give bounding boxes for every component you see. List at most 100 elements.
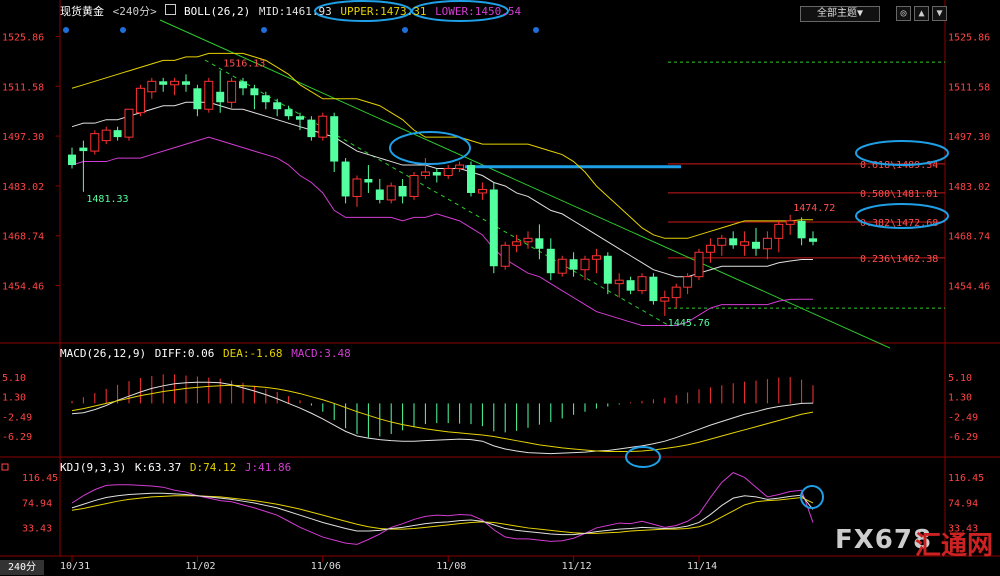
- candle-body: [512, 241, 522, 246]
- candle-body: [135, 87, 145, 114]
- macd-dea-line: [71, 384, 814, 453]
- candle-body: [307, 119, 316, 138]
- candle-body: [785, 220, 795, 225]
- candle-body: [809, 238, 817, 242]
- candle-body: [752, 241, 760, 249]
- candle-body: [660, 297, 670, 302]
- upper-value: UPPER:1473.31: [340, 5, 427, 18]
- period-label: <240分>: [112, 5, 157, 18]
- candle-body: [193, 88, 202, 110]
- candle-body: [603, 255, 612, 284]
- candle-body: [90, 133, 100, 152]
- macd-axis-label-left: 1.30: [2, 393, 26, 404]
- price-panel[interactable]: 0.618\1489.340.500\1481.010.382\1472.680…: [63, 0, 949, 349]
- macd-diff-line: [71, 381, 814, 455]
- symbol-name: 现货黄金: [60, 5, 104, 18]
- candle-body: [546, 248, 555, 274]
- candle-body: [443, 168, 453, 177]
- candle-body: [398, 185, 407, 197]
- candle-body: [683, 276, 693, 288]
- candle-body: [284, 109, 293, 117]
- kdj-name: KDJ(9,3,3): [60, 461, 127, 474]
- indicator-label: BOLL(26,2): [184, 5, 251, 18]
- candle-body: [420, 171, 430, 177]
- candle-body: [626, 280, 635, 291]
- price-header: 现货黄金 <240分> BOLL(26,2) MID:1461.93 UPPER…: [60, 3, 523, 19]
- candle-body: [124, 108, 134, 138]
- price-annotation: 1445.76: [668, 318, 710, 329]
- kdj-axis-label-right: 116.45: [948, 473, 984, 484]
- candle-body: [671, 286, 681, 299]
- price-annotation: 1516.13: [223, 58, 265, 69]
- macd-panel[interactable]: [71, 374, 814, 468]
- theme-selector[interactable]: 全部主题▼: [800, 6, 880, 22]
- price-annotation: 1474.72: [793, 203, 835, 214]
- boll-lower-line: [71, 136, 813, 327]
- scroll-down-icon[interactable]: ▼: [932, 6, 947, 21]
- boll-mid-line: [71, 101, 813, 278]
- candle-body: [535, 238, 544, 249]
- kdj-header: KDJ(9,3,3) K:63.37 D:74.12 J:41.86: [60, 461, 293, 477]
- candle-body: [227, 80, 237, 103]
- candle-body: [455, 164, 465, 170]
- price-axis-label-right: 1454.46: [948, 282, 990, 293]
- trendline: [159, 19, 891, 349]
- period-tab[interactable]: 240分: [0, 560, 44, 575]
- candle-body: [296, 116, 304, 120]
- kdj-k: K:63.37: [134, 461, 182, 474]
- candle-body: [523, 237, 533, 243]
- candle-body: [467, 165, 475, 193]
- marker-dot: [261, 27, 267, 33]
- macd-axis-label-right: 5.10: [948, 373, 972, 384]
- marker-dot: [120, 27, 126, 33]
- candle-body: [250, 88, 259, 96]
- candle-body: [239, 81, 247, 89]
- candle-body: [318, 115, 328, 138]
- macd-axis-label-right: 1.30: [948, 393, 972, 404]
- candle-body: [204, 80, 214, 110]
- kdj-d: D:74.12: [189, 461, 237, 474]
- macd-name: MACD(26,12,9): [60, 347, 147, 360]
- macd-axis-label-right: -6.29: [948, 432, 978, 443]
- chart-window: 0.618\1489.34 0.500\1481.01 0.382\1472.68 0…: [0, 0, 1000, 576]
- kdj-d-line: [71, 495, 814, 534]
- price-axis-label-left: 1483.02: [2, 182, 44, 193]
- candle-body: [762, 237, 772, 250]
- candle-body: [273, 102, 282, 110]
- candle-body: [352, 178, 362, 197]
- marker-dot: [402, 27, 408, 33]
- candle-body: [341, 161, 350, 197]
- settings-icon[interactable]: ◎: [896, 6, 911, 21]
- candle-body: [261, 95, 270, 103]
- kdj-marker-icon: [1, 463, 9, 471]
- date-label: 11/02: [185, 561, 215, 572]
- kdj-j-line: [71, 472, 814, 545]
- date-label: 10/31: [60, 561, 90, 572]
- candle-body: [649, 276, 658, 302]
- candle-body: [614, 279, 624, 285]
- candle-body: [375, 189, 384, 200]
- price-axis-label-right: 1497.30: [948, 132, 990, 143]
- scroll-up-icon[interactable]: ▲: [914, 6, 929, 21]
- price-axis-label-left: 1525.86: [2, 32, 44, 43]
- candle-body: [113, 130, 122, 138]
- price-axis-label-left: 1511.58: [2, 82, 44, 93]
- macd-axis-label-left: -6.29: [2, 432, 32, 443]
- chart-canvas: 0.618\1489.340.500\1481.010.382\1472.680…: [0, 0, 1000, 572]
- macd-header: MACD(26,12,9) DIFF:0.06 DEA:-1.68 MACD:3…: [60, 347, 353, 363]
- marker-dot: [533, 27, 539, 33]
- candle-body: [147, 80, 157, 93]
- candle-body: [797, 220, 806, 239]
- macd-axis-label-left: -2.49: [2, 412, 32, 423]
- date-label: 11/14: [687, 561, 717, 572]
- candle-body: [729, 238, 738, 246]
- candle-body: [159, 81, 168, 85]
- mid-value: MID:1461.93: [258, 5, 332, 18]
- macd-axis-label-left: 5.10: [2, 373, 26, 384]
- candle-body: [330, 116, 339, 162]
- candle-body: [170, 80, 180, 86]
- price-axis-label-right: 1483.02: [948, 182, 990, 193]
- fib-label: 0.236\1462.38: [860, 254, 938, 265]
- candle-body: [705, 244, 715, 253]
- lower-value: LOWER:1450.54: [435, 5, 522, 18]
